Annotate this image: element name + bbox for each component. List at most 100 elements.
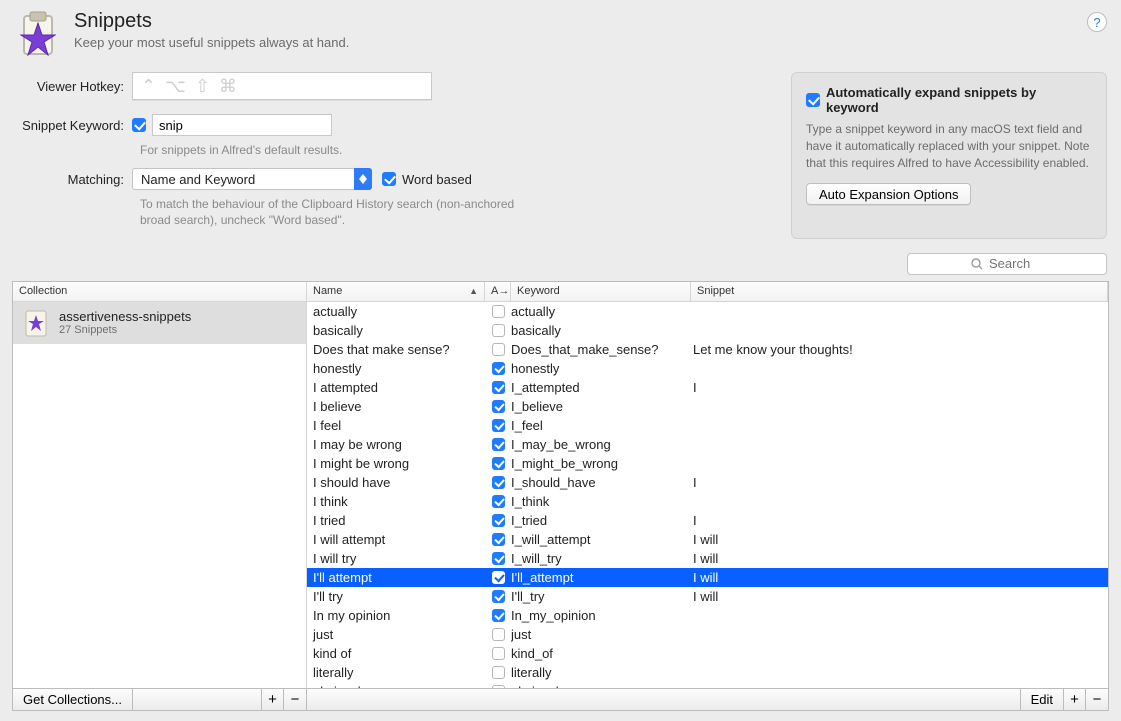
viewer-hotkey-field[interactable]: ⌃ ⌥ ⇧ ⌘: [132, 72, 432, 100]
collection-row[interactable]: assertiveness-snippets 27 Snippets: [13, 302, 306, 344]
snippet-keyword: I_tried: [511, 513, 691, 528]
snippet-keyword: obviously: [511, 684, 691, 688]
add-snippet-button[interactable]: +: [1064, 689, 1086, 711]
snippet-name: I feel: [307, 418, 485, 433]
word-based-label: Word based: [402, 172, 472, 187]
snippet-name: Does that make sense?: [307, 342, 485, 357]
snippet-keyword: just: [511, 627, 691, 642]
auto-expand-checkbox[interactable]: [806, 93, 820, 107]
table-row[interactable]: Does that make sense?Does_that_make_sens…: [307, 340, 1108, 359]
snippet-enabled-checkbox[interactable]: [492, 666, 505, 679]
auto-expansion-options-button[interactable]: Auto Expansion Options: [806, 183, 971, 205]
col-name[interactable]: Name ▲: [307, 282, 485, 301]
table-row[interactable]: I will attemptI_will_attemptI will: [307, 530, 1108, 549]
snippet-enabled-checkbox[interactable]: [492, 609, 505, 622]
table-row[interactable]: actuallyactually: [307, 302, 1108, 321]
snippet-enabled-checkbox[interactable]: [492, 552, 505, 565]
snippet-name: I think: [307, 494, 485, 509]
table-row[interactable]: I attemptedI_attemptedI: [307, 378, 1108, 397]
table-row[interactable]: I believe I_believe: [307, 397, 1108, 416]
snippet-keyword-enable-checkbox[interactable]: [132, 118, 146, 132]
snippet-enabled-checkbox[interactable]: [492, 628, 505, 641]
snippet-keyword: I_may_be_wrong: [511, 437, 691, 452]
add-collection-button[interactable]: +: [262, 689, 284, 711]
snippet-name: I should have: [307, 475, 485, 490]
snippet-name: I'll attempt: [307, 570, 485, 585]
snippet-preview: Let me know your thoughts!: [691, 342, 1108, 357]
snippet-enabled-checkbox[interactable]: [492, 495, 505, 508]
get-collections-button[interactable]: Get Collections...: [13, 689, 133, 711]
snippet-keyword: kind_of: [511, 646, 691, 661]
table-row[interactable]: I feelI_feel: [307, 416, 1108, 435]
snippet-enabled-checkbox[interactable]: [492, 381, 505, 394]
table-row[interactable]: honestlyhonestly: [307, 359, 1108, 378]
table-row[interactable]: basicallybasically: [307, 321, 1108, 340]
collection-count: 27 Snippets: [59, 324, 191, 336]
collection-header[interactable]: Collection: [13, 282, 306, 301]
table-row[interactable]: I might be wrongI_might_be_wrong: [307, 454, 1108, 473]
remove-snippet-button[interactable]: −: [1086, 689, 1108, 711]
snippet-enabled-checkbox[interactable]: [492, 647, 505, 660]
matching-hint: To match the behaviour of the Clipboard …: [140, 196, 520, 228]
snippet-enabled-checkbox[interactable]: [492, 400, 505, 413]
snippet-name: I'll try: [307, 589, 485, 604]
snippet-name: basically: [307, 323, 485, 338]
table-row[interactable]: kind of kind_of: [307, 644, 1108, 663]
snippet-name: I might be wrong: [307, 456, 485, 471]
snippet-enabled-checkbox[interactable]: [492, 514, 505, 527]
snippet-enabled-checkbox[interactable]: [492, 476, 505, 489]
table-row[interactable]: I may be wrongI_may_be_wrong: [307, 435, 1108, 454]
snippet-keyword: I'll_attempt: [511, 570, 691, 585]
snippet-name: just: [307, 627, 485, 642]
snippet-keyword: I_will_attempt: [511, 532, 691, 547]
snippet-enabled-checkbox[interactable]: [492, 324, 505, 337]
snippet-enabled-checkbox[interactable]: [492, 533, 505, 546]
table-row[interactable]: I'll attemptI'll_attemptI will: [307, 568, 1108, 587]
snippet-enabled-checkbox[interactable]: [492, 438, 505, 451]
snippet-preview: I: [691, 380, 1108, 395]
snippet-preview: I will: [691, 589, 1108, 604]
snippet-enabled-checkbox[interactable]: [492, 343, 505, 356]
table-row[interactable]: I'll tryI'll_tryI will: [307, 587, 1108, 606]
snippet-keyword: I_believe: [511, 399, 691, 414]
snippet-enabled-checkbox[interactable]: [492, 419, 505, 432]
table-row[interactable]: I will tryI_will_tryI will: [307, 549, 1108, 568]
col-keyword[interactable]: Keyword: [511, 282, 691, 301]
snippet-enabled-checkbox[interactable]: [492, 590, 505, 603]
collection-icon: [21, 308, 51, 338]
snippet-enabled-checkbox[interactable]: [492, 685, 505, 688]
snippet-keyword: literally: [511, 665, 691, 680]
snippet-name: I tried: [307, 513, 485, 528]
word-based-checkbox[interactable]: [382, 172, 396, 186]
table-row[interactable]: just just: [307, 625, 1108, 644]
table-row[interactable]: literally literally: [307, 663, 1108, 682]
table-row[interactable]: In my opinionIn_my_opinion: [307, 606, 1108, 625]
snippet-keyword: In_my_opinion: [511, 608, 691, 623]
snippet-enabled-checkbox[interactable]: [492, 362, 505, 375]
matching-select[interactable]: Name and Keyword: [132, 168, 372, 190]
auto-expand-label: Automatically expand snippets by keyword: [826, 85, 1092, 115]
table-row[interactable]: I thinkI_think: [307, 492, 1108, 511]
search-input[interactable]: [987, 255, 1043, 272]
help-button[interactable]: ?: [1087, 12, 1107, 32]
snippet-name: I will attempt: [307, 532, 485, 547]
viewer-hotkey-label: Viewer Hotkey:: [14, 79, 132, 94]
chevrons-icon: [354, 168, 372, 190]
search-field[interactable]: [907, 253, 1107, 275]
edit-button[interactable]: Edit: [1021, 689, 1064, 711]
snippet-enabled-checkbox[interactable]: [492, 305, 505, 318]
snippet-enabled-checkbox[interactable]: [492, 571, 505, 584]
snippet-enabled-checkbox[interactable]: [492, 457, 505, 470]
snippet-keyword: I_attempted: [511, 380, 691, 395]
col-snippet[interactable]: Snippet: [691, 282, 1108, 301]
table-row[interactable]: I should haveI_should_haveI: [307, 473, 1108, 492]
col-enabled[interactable]: A→: [485, 282, 511, 301]
table-row[interactable]: I triedI_triedI: [307, 511, 1108, 530]
snippet-keyword-input[interactable]: [152, 114, 332, 136]
snippet-name: kind of: [307, 646, 485, 661]
table-row[interactable]: obviouslyobviously: [307, 682, 1108, 688]
snippet-name: literally: [307, 665, 485, 680]
snippet-name: I believe: [307, 399, 485, 414]
remove-collection-button[interactable]: −: [284, 689, 306, 711]
snippet-keyword: actually: [511, 304, 691, 319]
